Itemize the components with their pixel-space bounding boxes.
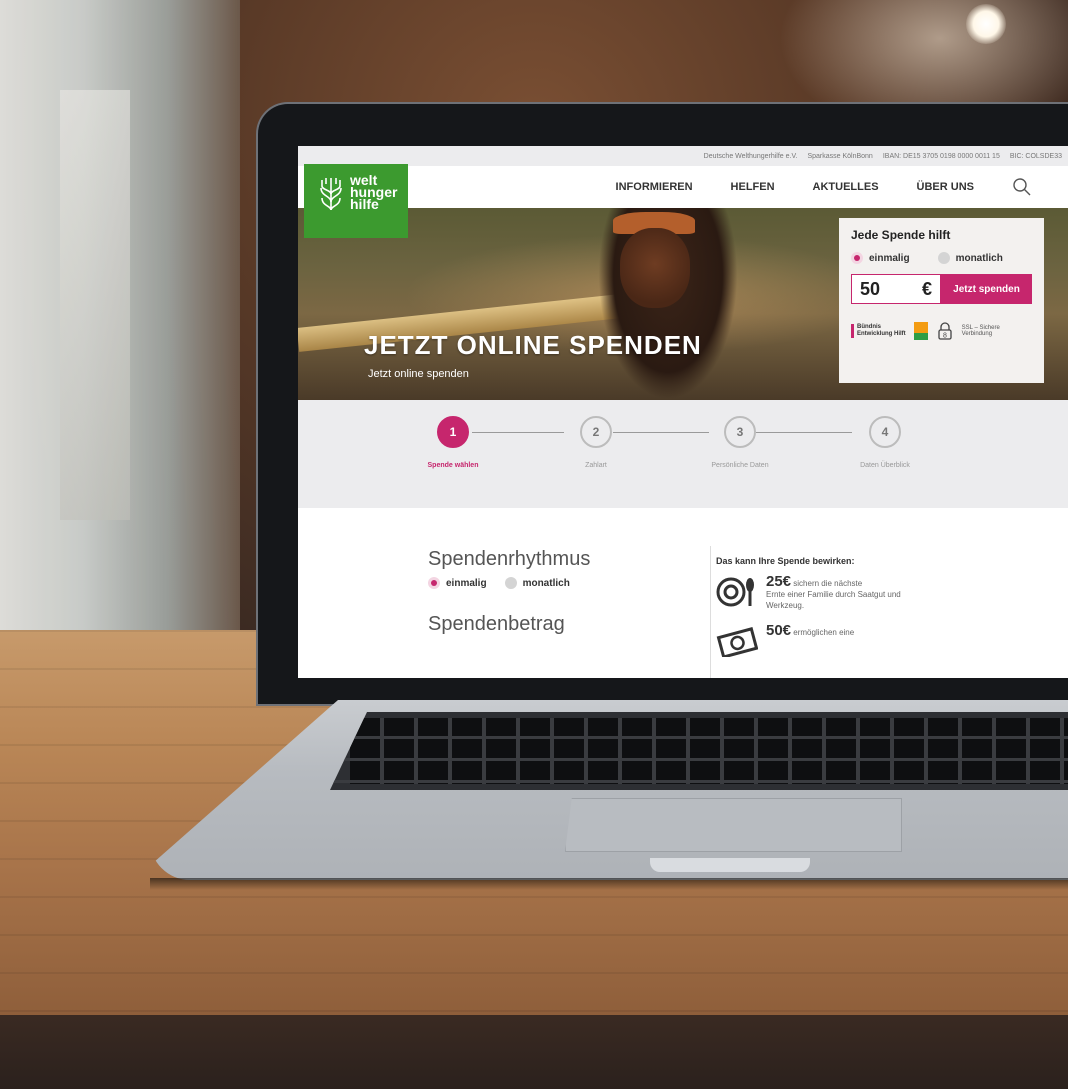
- donate-rhythm-options: einmalig monatlich: [851, 252, 1032, 264]
- step-2-circle: 2: [580, 416, 612, 448]
- rhythm-options: einmalig monatlich: [428, 577, 590, 589]
- step-4-circle: 4: [869, 416, 901, 448]
- buendnis-line-1: Bündnis: [857, 324, 881, 330]
- laptop-notch: [650, 858, 810, 872]
- org-name: Deutsche Welthungerhilfe e.V.: [703, 152, 798, 160]
- impact-item: 50€ ermöglichen eine: [716, 622, 936, 657]
- step-4[interactable]: 4 Daten Überblick: [845, 416, 925, 469]
- dzi-seal-icon: [913, 322, 928, 340]
- column-divider: [710, 546, 711, 678]
- impact-text: 25€ sichern die nächste Ernte einer Fami…: [766, 573, 936, 611]
- buendnis-badge: Bündnis Entwicklung Hilft: [851, 324, 906, 338]
- hero-subtitle: Jetzt online spenden: [368, 368, 469, 380]
- radio-einmalig[interactable]: [851, 252, 863, 264]
- laptop-trackpad: [565, 798, 902, 852]
- impact-column: Das kann Ihre Spende bewirken: 25€ siche…: [716, 556, 936, 671]
- nav-aktuelles[interactable]: AKTUELLES: [813, 181, 879, 193]
- step-2[interactable]: 2 Zahlart: [556, 416, 636, 469]
- form-left-column: Spendenrhythmus einmalig monatlich Spend…: [428, 548, 590, 642]
- plate-cutlery-icon: [716, 577, 754, 607]
- amount-title: Spendenbetrag: [428, 613, 565, 635]
- donation-form: Spendenrhythmus einmalig monatlich Spend…: [298, 508, 1068, 678]
- impact-text-rest: Ernte einer Familie durch Saatgut und We…: [766, 590, 901, 610]
- step-3-label: Persönliche Daten: [711, 462, 769, 469]
- currency-symbol: €: [921, 278, 932, 299]
- hero-face: [620, 228, 690, 308]
- step-2-label: Zahlart: [585, 462, 607, 469]
- quick-donate-box: Jede Spende hilft einmalig monatlich 50 …: [839, 218, 1044, 383]
- radio-monatlich-label: monatlich: [955, 252, 1003, 264]
- background-window: [0, 0, 240, 640]
- welthungerhilfe-logo[interactable]: welt hunger hilfe: [304, 164, 408, 238]
- impact-text: 50€ ermöglichen eine: [766, 622, 855, 657]
- donate-now-button[interactable]: Jetzt spenden: [941, 274, 1032, 304]
- rhythm-radio-monatlich[interactable]: [504, 577, 517, 589]
- iban: IBAN: DE15 3705 0198 0000 0011 15: [882, 152, 1000, 160]
- laptop-shadow: [150, 878, 1068, 890]
- step-1[interactable]: 1 Spende wählen: [413, 416, 493, 469]
- rhythm-title: Spendenrhythmus: [428, 548, 591, 570]
- radio-monatlich[interactable]: [937, 252, 950, 264]
- impact-text-inline: sichern die nächste: [793, 579, 863, 588]
- rhythm-radio-einmalig-label: einmalig: [446, 577, 487, 589]
- nav-informieren[interactable]: INFORMIEREN: [616, 181, 693, 193]
- amount-input[interactable]: 50 €: [851, 274, 941, 304]
- progress-steps: 1 Spende wählen 2 Zahlart 3 Persönliche …: [298, 400, 1068, 516]
- hero-banner: JETZT ONLINE SPENDEN Jetzt online spende…: [298, 208, 1068, 400]
- laptop-keyboard: [330, 712, 1068, 790]
- step-1-circle: 1: [437, 416, 469, 448]
- table-edge: [0, 1015, 1068, 1089]
- buendnis-line-2: Entwicklung Hilft: [857, 331, 906, 337]
- search-icon[interactable]: [1012, 177, 1032, 197]
- lock-icon: 8: [938, 322, 952, 340]
- impact-heading: Das kann Ihre Spende bewirken:: [716, 556, 855, 566]
- amount-value: 50: [860, 278, 881, 299]
- impact-amount: 25€: [766, 573, 792, 590]
- main-nav: INFORMIEREN HELFEN AKTUELLES ÜBER UNS: [298, 166, 1068, 208]
- trust-badges: Bündnis Entwicklung Hilft 8 SSL – Sicher…: [851, 322, 1032, 340]
- amount-row: 50 € Jetzt spenden: [851, 274, 1032, 304]
- impact-text-inline: ermöglichen eine: [793, 628, 855, 637]
- logo-text: welt hunger hilfe: [350, 173, 397, 211]
- lock-number: 8: [943, 333, 947, 340]
- wheat-logo-icon: [320, 178, 342, 211]
- step-1-label: Spende wählen: [427, 462, 479, 469]
- radio-einmalig-label: einmalig: [869, 252, 910, 264]
- bank-info-bar: Deutsche Welthungerhilfe e.V. Sparkasse …: [298, 146, 1068, 166]
- ceiling-lamp: [966, 4, 1006, 44]
- nav-ueber-uns[interactable]: ÜBER UNS: [917, 181, 974, 193]
- impact-item: 25€ sichern die nächste Ernte einer Fami…: [716, 573, 936, 611]
- bank-name: Sparkasse KölnBonn: [807, 152, 873, 160]
- nav-helfen[interactable]: HELFEN: [731, 181, 775, 193]
- step-4-label: Daten Überblick: [860, 462, 910, 469]
- rhythm-radio-monatlich-label: monatlich: [522, 577, 570, 589]
- laptop-screen: Deutsche Welthungerhilfe e.V. Sparkasse …: [298, 146, 1068, 678]
- ssl-note: SSL – Sichere Verbindung: [962, 325, 1000, 337]
- step-3-circle: 3: [724, 416, 756, 448]
- bic: BIC: COLSDE33: [1009, 152, 1062, 160]
- money-bill-icon: [716, 627, 758, 657]
- ssl-line-2: Verbindung: [961, 331, 993, 337]
- step-3[interactable]: 3 Persönliche Daten: [700, 416, 780, 469]
- donate-box-title: Jede Spende hilft: [851, 228, 951, 242]
- rhythm-radio-einmalig[interactable]: [428, 577, 440, 589]
- impact-amount: 50€: [766, 622, 792, 639]
- hero-title: JETZT ONLINE SPENDEN: [364, 330, 702, 360]
